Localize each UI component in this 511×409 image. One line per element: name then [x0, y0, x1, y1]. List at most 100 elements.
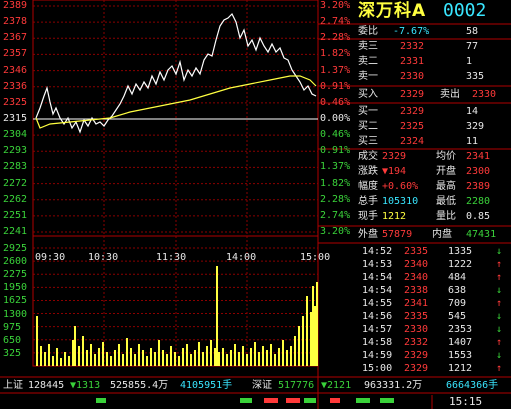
volume-bar — [36, 316, 38, 366]
status-strip-segment — [264, 398, 278, 403]
time-tick-label: 15:00 — [300, 252, 331, 263]
trade-direction-icon: ↓ — [496, 311, 503, 322]
volume-bar — [68, 356, 70, 366]
wei-cha-value: 58 — [466, 26, 479, 37]
status-clock: 15:15 — [449, 395, 483, 408]
volume-tick-label: 2600 — [3, 256, 28, 268]
sz-amount: 963331.2万 — [364, 380, 423, 391]
trade-volume: 638 — [448, 285, 467, 296]
status-strip-segment — [380, 398, 394, 403]
wei-bi-value: -7.67% — [393, 26, 430, 37]
time-tick-label: 14:00 — [226, 252, 257, 263]
volume-bar — [114, 350, 116, 366]
buy-level-price: 2329 — [400, 106, 425, 117]
trade-time: 14:57 — [362, 324, 393, 335]
stat-label: 涨跌 — [358, 166, 378, 177]
price-tick-label: 2325 — [3, 96, 28, 108]
status-strip-segment — [304, 398, 316, 403]
stat-value-2: 2341 — [466, 151, 491, 162]
volume-bar — [254, 342, 256, 366]
volume-bar — [206, 346, 208, 366]
trade-time: 15:00 — [362, 363, 393, 374]
volume-bar — [246, 354, 248, 366]
sh-amount: 525855.4万 — [110, 380, 169, 391]
trade-direction-icon: ↑ — [496, 337, 503, 348]
volume-bar — [294, 336, 296, 366]
volume-bar — [178, 356, 180, 366]
trade-time: 14:53 — [362, 259, 393, 270]
volume-bar — [102, 342, 104, 366]
volume-bar — [74, 326, 76, 366]
stat-label: 幅度 — [358, 181, 378, 192]
volume-tick-label: 2275 — [3, 269, 28, 281]
price-tick-label: 2262 — [3, 193, 28, 205]
trade-direction-icon: ↑ — [496, 363, 503, 374]
wei-bi-label: 委比 — [358, 26, 378, 37]
volume-bar — [218, 352, 220, 366]
volume-tick-label: 650 — [3, 334, 22, 346]
buy-level-price: 2324 — [400, 136, 425, 147]
stat-label-2: 最高 — [436, 181, 456, 192]
volume-bar — [110, 356, 112, 366]
percent-tick-label: 2.28% — [320, 32, 351, 44]
volume-bar — [106, 352, 108, 366]
time-tick-label: 10:30 — [88, 252, 119, 263]
price-tick-label: 2315 — [3, 113, 28, 124]
volume-bar — [198, 342, 200, 366]
trade-time: 14:52 — [362, 246, 393, 257]
outer-disk-value: 57879 — [382, 229, 413, 240]
volume-bar — [250, 348, 252, 366]
percent-tick-label: 3.20% — [320, 0, 351, 11]
intraday-chart[interactable] — [0, 0, 511, 409]
sz-change: ▼2121 — [321, 380, 352, 391]
buy-in-price: 2329 — [400, 89, 425, 100]
trade-time: 14:56 — [362, 311, 393, 322]
sell-out-price: 2330 — [472, 89, 497, 100]
price-tick-label: 2389 — [3, 0, 28, 11]
trade-price: 2335 — [404, 311, 429, 322]
volume-bar — [242, 346, 244, 366]
buy-level-label: 买二 — [358, 121, 378, 132]
trade-volume: 1222 — [448, 259, 473, 270]
time-tick-label: 11:30 — [156, 252, 187, 263]
sell-out-label: 卖出 — [440, 89, 460, 100]
buy-level-volume: 11 — [466, 136, 479, 147]
volume-bar — [64, 352, 66, 366]
sell-level-volume: 1 — [466, 56, 473, 67]
volume-bar — [94, 354, 96, 366]
percent-tick-label: 1.82% — [320, 177, 351, 189]
volume-bar — [230, 350, 232, 366]
percent-tick-label: 0.91% — [320, 80, 351, 92]
inner-disk-label: 内盘 — [432, 229, 452, 240]
inner-disk-value: 47431 — [466, 229, 497, 240]
buy-level-label: 买三 — [358, 136, 378, 147]
trade-time: 14:58 — [362, 337, 393, 348]
volume-bar — [194, 350, 196, 366]
volume-bar — [258, 352, 260, 366]
sz-volume: 6664366手 — [446, 380, 499, 391]
price-tick-label: 2336 — [3, 80, 28, 92]
volume-bar — [82, 336, 84, 366]
volume-bar — [278, 348, 280, 366]
volume-bar — [174, 352, 176, 366]
percent-tick-label: 2.74% — [320, 16, 351, 28]
trade-volume: 1212 — [448, 363, 473, 374]
stock-terminal: 2389 2378 2367 2357 2346 2336 2325 2315 2304 2293… — [0, 0, 511, 409]
volume-bar — [190, 354, 192, 366]
volume-tick-label: 1950 — [3, 282, 28, 294]
volume-tick-label: 2925 — [3, 243, 28, 254]
volume-bar — [182, 348, 184, 366]
volume-bar — [72, 340, 74, 366]
stat-value-2: 2389 — [466, 181, 491, 192]
sh-change: ▼1313 — [70, 380, 101, 391]
volume-bar — [282, 340, 284, 366]
percent-tick-label: 1.37% — [320, 64, 351, 76]
stat-label-2: 均价 — [436, 151, 456, 162]
volume-bar — [310, 312, 312, 366]
volume-bar — [234, 344, 236, 366]
price-tick-label: 2283 — [3, 161, 28, 173]
stat-value: +0.60% — [382, 181, 419, 192]
volume-tick-label: 1300 — [3, 308, 28, 320]
stat-label: 现手 — [358, 211, 378, 222]
sz-index: 517776 — [278, 380, 315, 391]
